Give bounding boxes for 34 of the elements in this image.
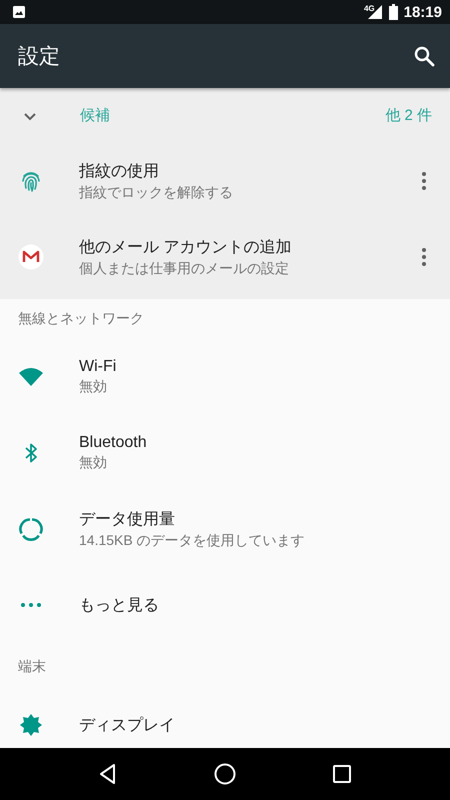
setting-row[interactable]: Wi-Fi 無効: [0, 339, 450, 415]
home-icon[interactable]: [212, 762, 237, 786]
clock: 18:19: [404, 4, 442, 20]
setting-row[interactable]: Bluetooth 無効: [0, 415, 450, 491]
setting-title: 他のメール アカウントの追加: [79, 238, 292, 258]
setting-title: 指紋の使用: [79, 162, 160, 182]
setting-summary: 指紋でロックを解除する: [79, 184, 234, 202]
setting-title: Bluetooth: [79, 434, 148, 452]
setting-row[interactable]: データ使用量 14.15KB のデータを使用しています: [0, 491, 450, 567]
setting-summary: 14.15KB のデータを使用しています: [79, 532, 306, 550]
setting-row[interactable]: 他のメール アカウントの追加 個人または仕事用のメールの設定: [0, 219, 450, 295]
network-type: 4G: [364, 4, 375, 13]
setting-title: Wi-Fi: [79, 358, 118, 376]
more-icon: [21, 603, 41, 607]
setting-summary: 個人または仕事用のメールの設定: [79, 260, 290, 278]
setting-title: ディスプレイ: [79, 716, 176, 736]
category-header: 端末: [18, 658, 46, 676]
setting-row[interactable]: ディスプレイ: [0, 687, 450, 748]
search-icon[interactable]: [412, 44, 436, 68]
battery-icon: [388, 4, 398, 20]
setting-row[interactable]: もっと見る: [0, 567, 450, 643]
brightness-icon: [18, 712, 44, 738]
mail-icon: [18, 244, 44, 270]
category-header: 無線とネットワーク: [18, 310, 144, 328]
suggestions-count: 他 2 件: [385, 106, 432, 125]
setting-summary: 無効: [79, 378, 108, 396]
app-title: 設定: [18, 44, 61, 70]
setting-title: データ使用量: [79, 510, 176, 530]
data-usage-icon: [18, 516, 44, 542]
setting-row[interactable]: 指紋の使用 指紋でロックを解除する: [0, 143, 450, 219]
suggestions-label: 候補: [80, 106, 111, 125]
setting-summary: 無効: [79, 454, 108, 472]
image-notification-icon: [12, 5, 26, 19]
setting-title: もっと見る: [79, 596, 160, 616]
